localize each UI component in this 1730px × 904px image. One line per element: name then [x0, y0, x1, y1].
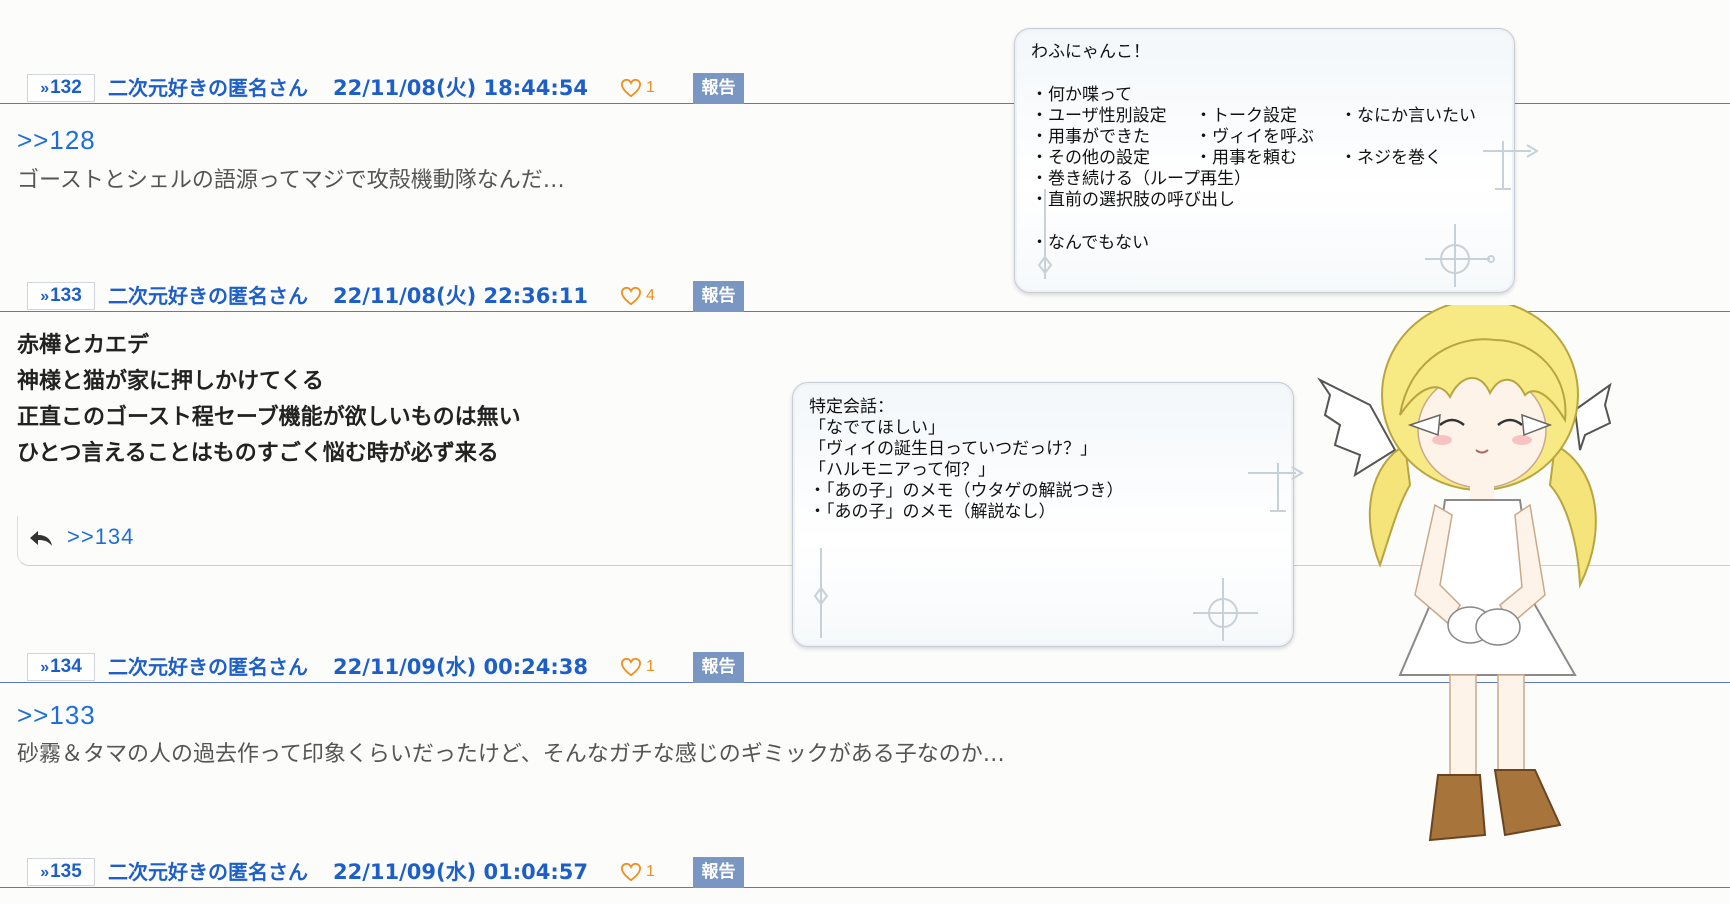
poster-name[interactable]: 二次元好きの匿名さん	[108, 653, 308, 681]
poster-name[interactable]: 二次元好きの匿名さん	[108, 74, 308, 102]
heart-icon	[620, 657, 642, 677]
menu-item-talk-settings[interactable]: ・トーク設定	[1195, 106, 1297, 127]
anchor-link[interactable]: >>128	[17, 125, 96, 156]
menu-item-wind-spring[interactable]: ・ネジを巻く	[1340, 148, 1442, 169]
menu-item-keep-winding[interactable]: ・巻き続ける（ループ再生）	[1031, 169, 1251, 190]
post-date: 22/11/08(火) 22:36:11	[333, 284, 588, 308]
double-chevron-icon: »	[40, 864, 50, 881]
wing-ornament-icon	[813, 548, 829, 638]
post-number-button[interactable]: »134	[27, 653, 95, 681]
talk-item-memo-no-note[interactable]: ・「あの子」のメモ（解説なし）	[809, 502, 1056, 523]
reply-link[interactable]: >>134	[67, 524, 134, 550]
report-button[interactable]: 報告	[693, 652, 744, 683]
menu-item-gender-setting[interactable]: ・ユーザ性別設定	[1031, 106, 1167, 127]
post-text-line: 正直このゴースト程セーブ機能が欲しいものは無い	[17, 405, 521, 430]
post-text: ゴーストとシェルの語源ってマジで攻殻機動隊なんだ…	[17, 168, 565, 193]
poster-name[interactable]: 二次元好きの匿名さん	[108, 282, 308, 310]
double-chevron-icon: »	[40, 80, 50, 97]
heart-icon	[620, 862, 642, 882]
post-text-line: ひとつ言えることはものすごく悩む時が必ず来る	[17, 441, 499, 466]
double-chevron-icon: »	[40, 288, 50, 305]
report-button[interactable]: 報告	[693, 857, 744, 888]
menu-item-talk[interactable]: ・何か喋って	[1031, 85, 1132, 106]
ghost-menu-balloon: わふにゃんこ！ ・何か喋って ・ユーザ性別設定 ・トーク設定 ・なにか言いたい …	[1014, 28, 1539, 293]
report-button[interactable]: 報告	[693, 281, 744, 312]
clockwork-ornament-icon	[1248, 463, 1304, 512]
talk-item-memo-with-note[interactable]: ・「あの子」のメモ（ウタゲの解説つき）	[809, 481, 1124, 502]
gear-ornament-icon	[1425, 224, 1495, 287]
post-number-button[interactable]: »135	[27, 858, 95, 886]
ghost-character[interactable]	[1310, 305, 1670, 904]
poster-name[interactable]: 二次元好きの匿名さん	[108, 858, 308, 886]
menu-item-errand-done[interactable]: ・用事ができた	[1031, 127, 1150, 148]
like-button[interactable]: 1	[620, 76, 655, 100]
menu-item-say-something[interactable]: ・なにか言いたい	[1340, 106, 1476, 127]
menu-item-nothing[interactable]: ・なんでもない	[1031, 233, 1149, 254]
clockwork-ornament-icon	[1483, 141, 1539, 190]
post-date: 22/11/09(水) 01:04:57	[333, 860, 588, 884]
talk-item-vy-birthday[interactable]: 「ヴィイの誕生日っていつだっけ？」	[809, 439, 1097, 460]
gear-ornament-icon	[1193, 578, 1258, 641]
heart-icon	[620, 286, 642, 306]
double-chevron-icon: »	[40, 659, 50, 676]
talk-item-pet-me[interactable]: 「なでてほしい」	[809, 418, 945, 439]
balloon-greeting: わふにゃんこ！	[1031, 42, 1150, 62]
heart-icon	[620, 78, 642, 98]
menu-item-ask-errand[interactable]: ・用事を頼む	[1195, 148, 1297, 169]
like-count: 4	[646, 287, 655, 304]
like-count: 1	[646, 79, 655, 96]
like-count: 1	[646, 863, 655, 880]
post-text-line: 神様と猫が家に押しかけてくる	[17, 369, 324, 394]
post-number-button[interactable]: »132	[27, 74, 95, 102]
like-button[interactable]: 4	[620, 284, 655, 308]
balloon-title: 特定会話：	[809, 397, 894, 417]
post-date: 22/11/09(水) 00:24:38	[333, 655, 588, 679]
like-count: 1	[646, 658, 655, 675]
menu-item-other-settings[interactable]: ・その他の設定	[1031, 148, 1150, 169]
post-text: 砂霧＆タマの人の過去作って印象くらいだったけど、そんなガチな感じのギミックがある…	[17, 742, 1005, 767]
like-button[interactable]: 1	[620, 655, 655, 679]
post-date: 22/11/08(火) 18:44:54	[333, 76, 588, 100]
report-button[interactable]: 報告	[693, 73, 744, 104]
talk-item-harmonia[interactable]: 「ハルモニアって何？」	[809, 460, 995, 481]
post-text-line: 赤樺とカエデ	[17, 333, 150, 358]
anchor-link[interactable]: >>133	[17, 700, 96, 731]
menu-item-previous-choice[interactable]: ・直前の選択肢の呼び出し	[1031, 190, 1235, 211]
post-number-button[interactable]: »133	[27, 282, 95, 310]
reply-arrow-icon[interactable]	[28, 528, 54, 548]
like-button[interactable]: 1	[620, 860, 655, 884]
specific-talk-balloon: 特定会話： 「なでてほしい」 「ヴィイの誕生日っていつだっけ？」 「ハルモニアっ…	[792, 382, 1304, 647]
menu-item-call-vy[interactable]: ・ヴィイを呼ぶ	[1195, 127, 1314, 148]
